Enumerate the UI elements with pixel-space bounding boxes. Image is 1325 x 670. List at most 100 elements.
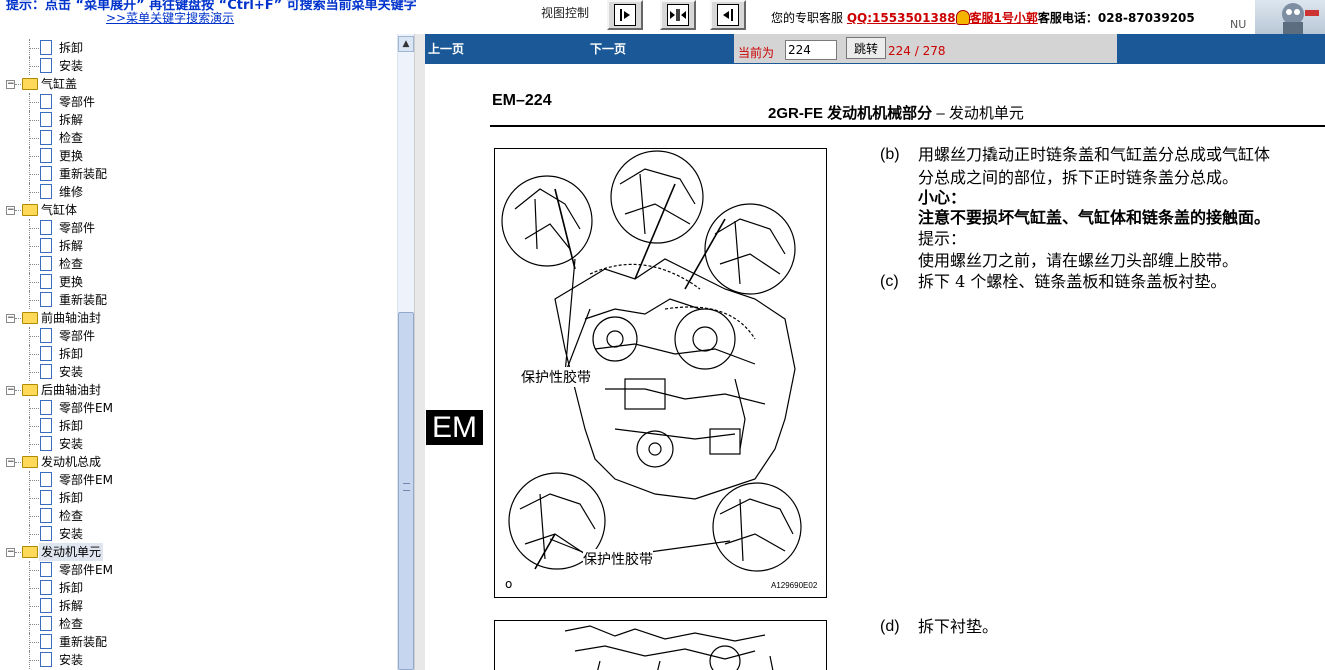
tree-folder[interactable]: − 发动机单元 xyxy=(0,543,397,561)
document-page-icon xyxy=(40,274,52,289)
tree-item[interactable]: 更换 xyxy=(0,147,397,165)
collapse-toggle-icon[interactable]: − xyxy=(6,206,15,215)
tree-item[interactable]: 检查 xyxy=(0,615,397,633)
tree-item-label: 拆卸 xyxy=(59,419,84,433)
tree-item-label: 重新装配 xyxy=(59,293,108,307)
tree-item[interactable]: 零部件EM xyxy=(0,471,397,489)
tree-connector xyxy=(29,444,39,445)
tree-item-label: 拆卸 xyxy=(59,581,84,595)
prev-page-link[interactable]: 上一页 xyxy=(428,40,464,57)
figure-mark: o xyxy=(505,577,513,591)
tree-scrollbar[interactable]: ▲ xyxy=(397,34,414,670)
tree-item[interactable]: 更换 xyxy=(0,273,397,291)
collapse-toggle-icon[interactable]: − xyxy=(6,548,15,557)
document-page-icon xyxy=(40,400,52,415)
service-agent-link[interactable]: 客服1号小郭 xyxy=(970,11,1038,25)
page-nav-bar: 上一页 下一页 当前为 跳转 224 / 278 xyxy=(425,34,1325,64)
tree-item[interactable]: 拆解 xyxy=(0,237,397,255)
scroll-up-arrow-icon[interactable]: ▲ xyxy=(398,36,414,52)
tree-item[interactable]: 拆解 xyxy=(0,597,397,615)
tree-connector xyxy=(29,174,39,175)
tree-item[interactable]: 拆卸 xyxy=(0,417,397,435)
jump-button[interactable]: 跳转 xyxy=(846,37,886,59)
tree-connector xyxy=(15,84,21,85)
document-page-icon xyxy=(40,508,52,523)
tree-item-label: 拆解 xyxy=(59,239,84,253)
tree-folder[interactable]: − 发动机总成 xyxy=(0,453,397,471)
tree-item[interactable]: 检查 xyxy=(0,255,397,273)
document-page-icon xyxy=(40,238,52,253)
tree-connector xyxy=(29,642,39,643)
show-menu-only-button[interactable] xyxy=(710,0,746,30)
tree-item[interactable]: 拆解 xyxy=(0,111,397,129)
tree-item-label: 拆解 xyxy=(59,599,84,613)
collapse-toggle-icon[interactable]: − xyxy=(6,458,15,467)
tree-item[interactable]: 零部件EM xyxy=(0,399,397,417)
folder-open-icon xyxy=(22,546,38,558)
search-demo-link[interactable]: >>菜单关键字搜索演示 xyxy=(106,9,234,26)
tree-item[interactable]: 检查 xyxy=(0,507,397,525)
arrow-left-icon xyxy=(717,4,739,26)
tree-item-label: 安装 xyxy=(59,653,84,667)
figure-label-tape-bottom: 保护性胶带 xyxy=(583,549,653,569)
tree-item[interactable]: 维修 xyxy=(0,183,397,201)
show-both-panes-button[interactable] xyxy=(660,0,696,30)
collapse-toggle-icon[interactable]: − xyxy=(6,386,15,395)
tree-item[interactable]: 重新装配 xyxy=(0,291,397,309)
next-page-link[interactable]: 下一页 xyxy=(590,40,626,57)
tree-folder[interactable]: − 前曲轴油封 xyxy=(0,309,397,327)
document-page-icon xyxy=(40,40,52,55)
tree-item[interactable]: 零部件 xyxy=(0,219,397,237)
header-rule xyxy=(490,125,1325,127)
tree-connector xyxy=(29,282,39,283)
document-page-icon xyxy=(40,562,52,577)
tree-item-label: 零部件EM xyxy=(59,473,113,487)
document-page-icon xyxy=(40,652,52,667)
document-page-icon xyxy=(40,436,52,451)
collapse-toggle-icon[interactable]: − xyxy=(6,80,15,89)
tree-item[interactable]: 安装 xyxy=(0,525,397,543)
tree-item-label: 检查 xyxy=(59,617,84,631)
scroll-thumb[interactable] xyxy=(398,312,414,670)
tree-folder[interactable]: − 后曲轴油封 xyxy=(0,381,397,399)
document-page-icon xyxy=(40,184,52,199)
figure-label-tape-top: 保护性胶带 xyxy=(521,367,591,387)
tree-connector xyxy=(29,138,39,139)
hint-title: 提示： xyxy=(918,229,967,248)
tree-item[interactable]: 安装 xyxy=(0,57,397,75)
show-content-only-button[interactable] xyxy=(607,0,643,30)
tree-folder[interactable]: − 气缸盖 xyxy=(0,75,397,93)
tree-folder-label: 发动机单元 xyxy=(39,543,104,561)
tree-item[interactable]: 重新装配 xyxy=(0,633,397,651)
corner-text: NU xyxy=(1230,18,1247,31)
step-c-text: 拆下 4 个螺栓、链条盖板和链条盖板衬垫。 xyxy=(918,272,1227,291)
customer-service-info: 您的专职客服 QQ:1553501388 客服1号小郭客服电话：028-87039… xyxy=(771,9,1195,26)
collapse-toggle-icon[interactable]: − xyxy=(6,314,15,323)
tree-item[interactable]: 拆卸 xyxy=(0,579,397,597)
tree-connector xyxy=(29,498,39,499)
caution-text: 注意不要损坏气缸盖、气缸体和链条盖的接触面。 xyxy=(918,208,1271,227)
tree-item[interactable]: 零部件 xyxy=(0,327,397,345)
tree-folder[interactable]: − 气缸体 xyxy=(0,201,397,219)
tree-item[interactable]: 拆卸 xyxy=(0,489,397,507)
tree-item[interactable]: 安装 xyxy=(0,651,397,669)
tree-item[interactable]: 拆卸 xyxy=(0,345,397,363)
page-number-input[interactable] xyxy=(785,40,837,60)
tree-item[interactable]: 零部件EM xyxy=(0,561,397,579)
tree-item[interactable]: 重新装配 xyxy=(0,165,397,183)
pane-splitter[interactable] xyxy=(414,34,425,670)
tree-item-label: 更换 xyxy=(59,275,84,289)
tree-item[interactable]: 拆卸 xyxy=(0,39,397,57)
section-tab: EM xyxy=(426,410,483,445)
tree-connector xyxy=(29,156,39,157)
tree-item[interactable]: 安装 xyxy=(0,363,397,381)
step-d-text: 拆下衬垫。 xyxy=(918,617,999,636)
tree-item[interactable]: 安装 xyxy=(0,435,397,453)
page-header-title: 2GR-FE 发动机机械部分 – 发动机单元 xyxy=(768,102,1024,123)
qq-link[interactable]: QQ:1553501388 xyxy=(847,11,956,25)
tree-item-label: 安装 xyxy=(59,59,84,73)
tree-connector xyxy=(29,192,39,193)
tree-item[interactable]: 零部件 xyxy=(0,93,397,111)
tree-item[interactable]: 检查 xyxy=(0,129,397,147)
document-page-icon xyxy=(40,598,52,613)
